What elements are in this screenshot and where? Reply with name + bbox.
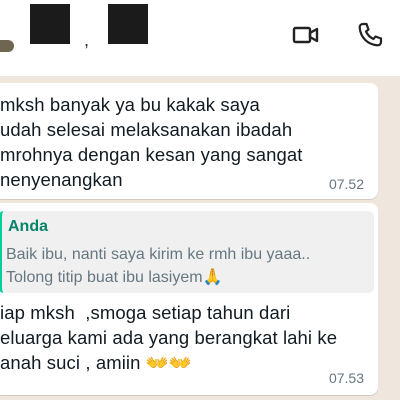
chat-header: , [0, 0, 400, 76]
voice-call-icon[interactable] [355, 20, 385, 50]
quoted-message[interactable]: Anda Baik ibu, nanti saya kirim ke rmh i… [0, 211, 374, 293]
contact-name-separator: , [84, 30, 90, 50]
quoted-author: Anda [8, 218, 48, 235]
video-call-icon[interactable] [291, 20, 321, 50]
redacted-contact-name[interactable] [108, 4, 148, 44]
message-timestamp: 07.53 [328, 370, 364, 386]
quoted-text: Baik ibu, nanti saya kirim ke rmh ibu ya… [6, 246, 311, 286]
redacted-contact-name[interactable] [30, 4, 70, 44]
message-bubble-incoming[interactable]: Anda Baik ibu, nanti saya kirim ke rmh i… [0, 203, 378, 395]
message-timestamp: 07.52 [328, 176, 364, 192]
message-text: iap mksh ,smoga setiap tahun dari eluarg… [0, 302, 338, 373]
message-bubble-incoming[interactable]: mksh banyak ya bu kakak saya udah selesa… [0, 83, 378, 199]
avatar[interactable] [0, 40, 14, 52]
message-text: mksh banyak ya bu kakak saya udah selesa… [0, 94, 303, 190]
